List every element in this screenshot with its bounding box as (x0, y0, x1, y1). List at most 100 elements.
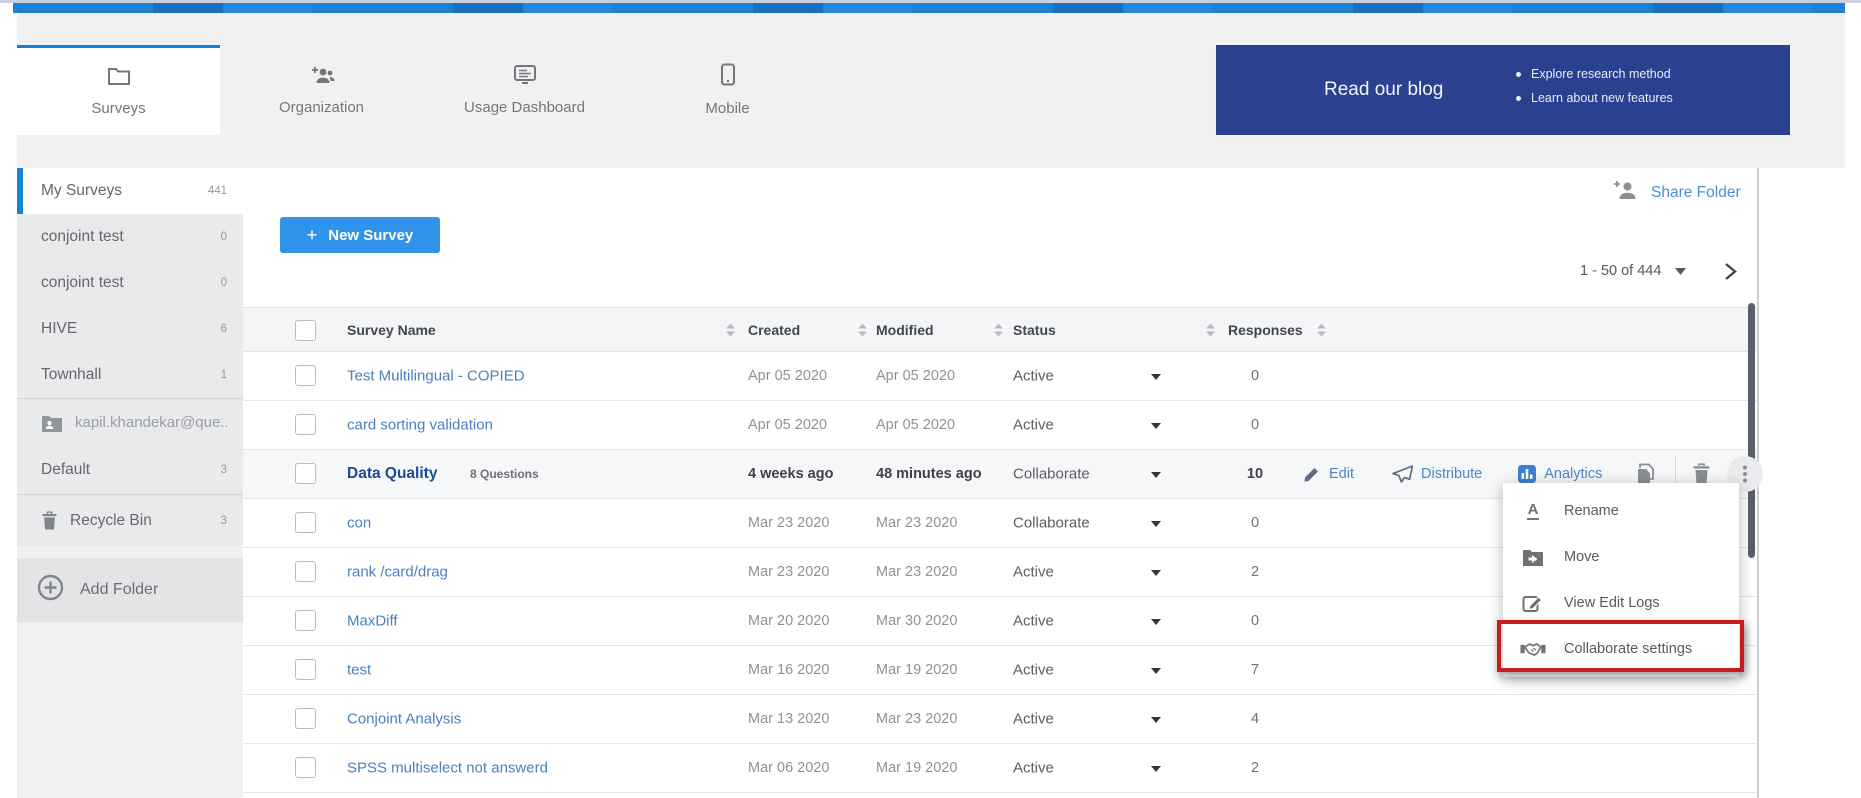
row-checkbox[interactable] (295, 708, 316, 729)
header-modified[interactable]: Modified (876, 322, 934, 338)
survey-name-link[interactable]: con (347, 515, 371, 532)
sidebar-item[interactable]: My Surveys441 (17, 168, 243, 214)
status-cell: Active (1013, 564, 1054, 581)
delete-trash-icon[interactable] (1692, 463, 1711, 484)
sidebar-item-label: Default (41, 461, 221, 479)
table-row[interactable]: card sorting validationApr 05 2020Apr 05… (243, 401, 1757, 450)
sidebar-item[interactable]: kapil.khandekar@que... (17, 398, 243, 446)
survey-name-link[interactable]: MaxDiff (347, 613, 398, 630)
new-survey-button[interactable]: + New Survey (280, 217, 440, 253)
header-survey-name[interactable]: Survey Name (347, 322, 436, 338)
sort-status-icon[interactable] (994, 323, 1003, 336)
modified-cell: Mar 23 2020 (876, 711, 957, 727)
sort-created-icon[interactable] (726, 323, 735, 336)
header-responses[interactable]: Responses (1228, 322, 1303, 338)
select-all-checkbox[interactable] (295, 320, 316, 341)
sidebar-item-label: kapil.khandekar@que... (75, 414, 227, 431)
tab-organization[interactable]: Organization (220, 45, 423, 135)
created-cell: Mar 23 2020 (748, 564, 829, 580)
share-folder-button[interactable]: Share Folder (1612, 179, 1741, 206)
status-caret-icon[interactable] (1151, 423, 1161, 429)
responses-cell: 2 (1228, 760, 1282, 776)
edit-action-label[interactable]: Edit (1329, 466, 1354, 482)
sidebar-item[interactable]: Townhall1 (17, 352, 243, 398)
analytics-chart-icon[interactable] (1518, 465, 1536, 483)
sidebar-item-count: 441 (208, 185, 227, 197)
row-checkbox[interactable] (295, 463, 316, 484)
row-checkbox[interactable] (295, 512, 316, 533)
status-caret-icon[interactable] (1151, 570, 1161, 576)
sort-responses-icon[interactable] (1206, 323, 1215, 336)
sidebar-item[interactable]: conjoint test0 (17, 214, 243, 260)
table-scrollbar[interactable] (1748, 303, 1755, 558)
blog-banner[interactable]: Read our blog Explore research method Le… (1216, 45, 1790, 135)
responses-cell: 0 (1228, 417, 1282, 433)
row-checkbox[interactable] (295, 365, 316, 386)
tab-usage-dashboard[interactable]: Usage Dashboard (423, 45, 626, 135)
next-page-chevron-icon[interactable] (1722, 262, 1739, 286)
brand-blue-bar (13, 3, 1845, 13)
status-cell: Active (1013, 711, 1054, 728)
copy-icon[interactable] (1636, 463, 1657, 485)
distribute-plane-icon[interactable] (1392, 465, 1413, 483)
modified-cell: Mar 30 2020 (876, 613, 957, 629)
analytics-action-label[interactable]: Analytics (1544, 466, 1602, 482)
add-folder-button[interactable]: Add Folder (17, 558, 243, 622)
tab-mobile[interactable]: Mobile (626, 45, 829, 135)
survey-name-link[interactable]: Conjoint Analysis (347, 711, 461, 728)
status-caret-icon[interactable] (1151, 766, 1161, 772)
row-context-menu: A Rename MoveView Edit LogsCollaborate set… (1503, 483, 1739, 677)
table-row[interactable]: Test Multilingual - COPIEDApr 05 2020Apr… (243, 352, 1757, 401)
menu-item-rename[interactable]: A Rename (1503, 488, 1739, 534)
survey-name-link[interactable]: card sorting validation (347, 417, 493, 434)
status-caret-icon[interactable] (1151, 374, 1161, 380)
created-cell: Mar 06 2020 (748, 760, 829, 776)
blog-banner-title[interactable]: Read our blog (1324, 45, 1443, 135)
sidebar-item-label: conjoint test (41, 228, 221, 246)
sidebar-item[interactable]: conjoint test0 (17, 260, 243, 306)
header-created[interactable]: Created (748, 322, 800, 338)
status-caret-icon[interactable] (1151, 521, 1161, 527)
menu-item-move[interactable]: Move (1503, 534, 1739, 580)
table-row[interactable]: SPSS multiselect not answerd Mar 06 2020 M… (243, 744, 1757, 793)
status-caret-icon[interactable] (1151, 717, 1161, 723)
status-cell: Active (1013, 662, 1054, 679)
table-row[interactable]: Conjoint AnalysisMar 13 2020Mar 23 2020A… (243, 695, 1757, 744)
row-checkbox[interactable] (295, 659, 316, 680)
distribute-action-label[interactable]: Distribute (1421, 466, 1482, 482)
survey-name-link[interactable]: SPSS multiselect not answerd (347, 760, 548, 777)
row-checkbox[interactable] (295, 757, 316, 778)
question-count-badge: 8 Questions (470, 467, 539, 481)
responses-cell: 7 (1228, 662, 1282, 678)
sort-modified-icon[interactable] (858, 323, 867, 336)
menu-item-collaborate-settings[interactable]: Collaborate settings (1503, 626, 1739, 672)
survey-name-link[interactable]: test (347, 662, 371, 679)
sidebar-item[interactable]: Default3 (17, 446, 243, 494)
row-checkbox[interactable] (295, 561, 316, 582)
sidebar-item-label: Recycle Bin (70, 512, 221, 530)
sort-responses-icon[interactable] (1317, 323, 1326, 336)
sidebar-item[interactable]: Recycle Bin3 (17, 494, 243, 546)
tab-label: Surveys (91, 100, 145, 117)
pagination-caret-icon[interactable] (1675, 268, 1686, 275)
menu-item-view-edit-logs[interactable]: View Edit Logs (1503, 580, 1739, 626)
survey-name-link[interactable]: Data Quality (347, 465, 437, 483)
survey-name-link[interactable]: Test Multilingual - COPIED (347, 368, 525, 385)
status-caret-icon[interactable] (1151, 472, 1161, 478)
pagination-range[interactable]: 1 - 50 of 444 (1580, 263, 1661, 279)
created-cell: Mar 16 2020 (748, 662, 829, 678)
row-checkbox[interactable] (295, 414, 316, 435)
collaborate-settings-icon (1520, 641, 1546, 658)
sidebar-item[interactable]: HIVE6 (17, 306, 243, 352)
edit-pencil-icon[interactable] (1303, 465, 1321, 483)
tab-surveys[interactable]: Surveys (17, 45, 220, 135)
row-checkbox[interactable] (295, 610, 316, 631)
survey-name-link[interactable]: rank /card/drag (347, 564, 448, 581)
status-caret-icon[interactable] (1151, 668, 1161, 674)
status-caret-icon[interactable] (1151, 619, 1161, 625)
menu-item-label: Rename (1564, 503, 1619, 519)
modified-cell: Mar 19 2020 (876, 760, 957, 776)
header-status[interactable]: Status (1013, 322, 1056, 338)
sidebar-item-label: Townhall (41, 366, 221, 384)
rename-icon: A (1520, 502, 1546, 521)
